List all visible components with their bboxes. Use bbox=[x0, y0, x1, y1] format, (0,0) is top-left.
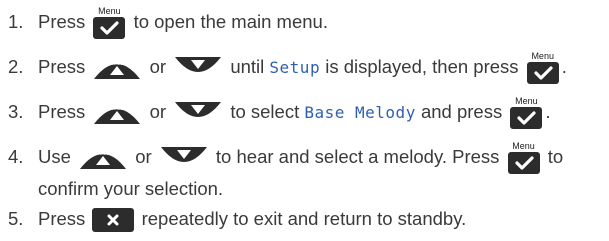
step-end: . bbox=[561, 55, 567, 77]
step-end: . bbox=[545, 100, 551, 122]
step-text: Press bbox=[38, 100, 86, 122]
step-5: 5. Press repeatedly to exit and return to… bbox=[8, 205, 467, 233]
redial-up-key: Redial bbox=[92, 100, 142, 126]
step-2: 2. Press Redial or Calls until Setup is d… bbox=[8, 51, 567, 85]
step-text: Press bbox=[38, 55, 86, 77]
redial-caption: Redial bbox=[110, 106, 124, 112]
calls-caption: Calls bbox=[193, 72, 205, 78]
display-text-base-melody: Base Melody bbox=[304, 102, 416, 122]
calls-caption: Calls bbox=[178, 162, 190, 168]
step-number: 2. bbox=[8, 55, 24, 77]
calls-caption: Calls bbox=[193, 117, 205, 123]
checkmark-icon bbox=[526, 62, 559, 84]
step-number: 5. bbox=[8, 208, 24, 229]
step-text: to hear and select a melody. Press bbox=[215, 145, 500, 167]
menu-key: Menu bbox=[526, 51, 560, 85]
checkmark-icon bbox=[507, 152, 540, 174]
menu-key: Menu bbox=[507, 141, 541, 175]
calls-down-key: Calls bbox=[159, 145, 209, 171]
redial-caption: Redial bbox=[96, 151, 110, 157]
menu-key-caption: Menu bbox=[512, 141, 535, 151]
step-text: to bbox=[547, 145, 564, 167]
step-text: Use bbox=[38, 145, 71, 167]
step-text: to open the main menu. bbox=[133, 10, 328, 32]
step-text: to select bbox=[230, 100, 300, 122]
checkmark-icon bbox=[93, 17, 126, 39]
step-text: and press bbox=[420, 100, 503, 122]
menu-key: Menu bbox=[92, 6, 126, 40]
step-text: or bbox=[149, 55, 167, 77]
step-3: 3. Press Redial or Calls to select Base M… bbox=[8, 96, 551, 130]
step-4: 4. Use Redial or Calls to hear and select… bbox=[8, 141, 563, 202]
menu-key-caption: Menu bbox=[515, 96, 538, 106]
step-text: is displayed, then press bbox=[325, 55, 519, 77]
calls-down-key: Calls bbox=[173, 100, 223, 126]
step-number: 3. bbox=[8, 100, 24, 122]
checkmark-icon bbox=[510, 107, 543, 129]
step-1: 1. Press Menu to open the main menu. bbox=[8, 6, 328, 40]
step-text: Press bbox=[38, 10, 86, 32]
step-text: Press bbox=[38, 208, 86, 229]
step-text: or bbox=[135, 145, 152, 167]
menu-key-caption: Menu bbox=[531, 51, 554, 61]
step-number: 4. bbox=[8, 145, 24, 167]
redial-up-key: Redial bbox=[92, 55, 142, 81]
step-text: repeatedly to exit and return to standby… bbox=[141, 208, 467, 229]
redial-up-key: Redial bbox=[78, 145, 128, 171]
menu-key-caption: Menu bbox=[98, 6, 121, 16]
clear-key bbox=[92, 208, 135, 233]
calls-down-key: Calls bbox=[173, 55, 223, 81]
menu-key: Menu bbox=[509, 96, 543, 130]
redial-caption: Redial bbox=[110, 61, 124, 67]
step-number: 1. bbox=[8, 10, 24, 32]
cross-icon bbox=[107, 214, 119, 226]
step-text: until bbox=[230, 55, 265, 77]
display-text-setup: Setup bbox=[269, 57, 321, 77]
step-text: or bbox=[149, 100, 167, 122]
step-continuation: confirm your selection. bbox=[38, 178, 224, 199]
